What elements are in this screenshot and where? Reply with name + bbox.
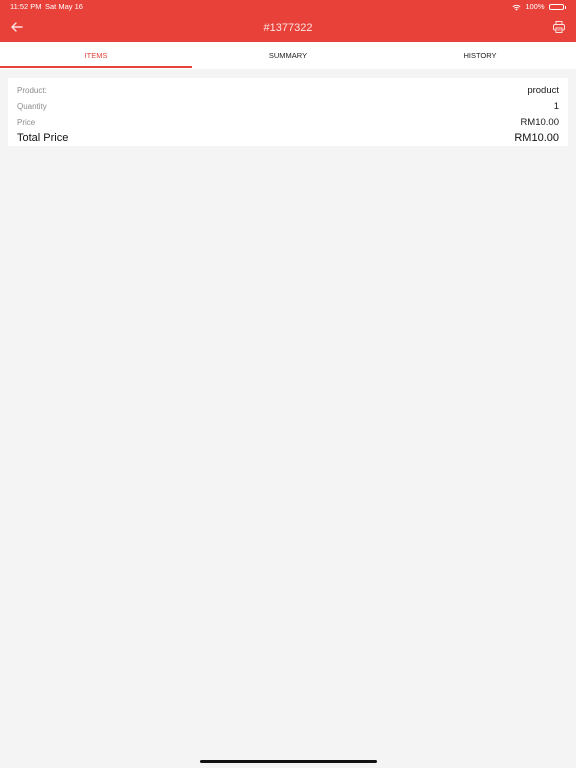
item-card: Product: product Quantity 1 Price RM10.0… bbox=[8, 78, 568, 146]
tab-summary[interactable]: SUMMARY bbox=[192, 42, 384, 69]
battery-percent: 100% bbox=[525, 2, 545, 11]
tab-history[interactable]: HISTORY bbox=[384, 42, 576, 69]
status-indicators: 100% bbox=[512, 0, 566, 14]
price-row: Price RM10.00 bbox=[17, 114, 559, 130]
back-arrow-icon[interactable] bbox=[8, 18, 26, 36]
tab-items[interactable]: ITEMS bbox=[0, 42, 192, 69]
wifi-icon bbox=[512, 4, 521, 11]
page-title: #1377322 bbox=[263, 22, 313, 34]
printer-icon[interactable] bbox=[552, 20, 566, 34]
tab-bar: ITEMS SUMMARY HISTORY bbox=[0, 42, 576, 69]
quantity-row: Quantity 1 bbox=[17, 98, 559, 114]
total-price-row: Total Price RM10.00 bbox=[17, 130, 559, 146]
battery-icon bbox=[548, 4, 564, 10]
status-bar: 11:52 PM Sat May 16 100% bbox=[0, 0, 576, 14]
price-value: RM10.00 bbox=[520, 116, 559, 128]
quantity-value: 1 bbox=[553, 100, 559, 112]
quantity-label: Quantity bbox=[17, 101, 47, 111]
home-indicator bbox=[200, 760, 377, 763]
app-header: 11:52 PM Sat May 16 100% #1377322 bbox=[0, 0, 576, 42]
price-label: Price bbox=[17, 117, 36, 127]
status-date: Sat May 16 bbox=[45, 2, 83, 11]
battery-cap bbox=[564, 5, 566, 9]
product-row: Product: product bbox=[17, 82, 559, 98]
nav-bar: #1377322 bbox=[0, 14, 576, 42]
total-price-label: Total Price bbox=[17, 132, 69, 144]
product-value: product bbox=[527, 84, 559, 96]
total-price-value: RM10.00 bbox=[514, 132, 559, 144]
product-label: Product: bbox=[17, 85, 47, 95]
status-time: 11:52 PM bbox=[10, 2, 42, 11]
